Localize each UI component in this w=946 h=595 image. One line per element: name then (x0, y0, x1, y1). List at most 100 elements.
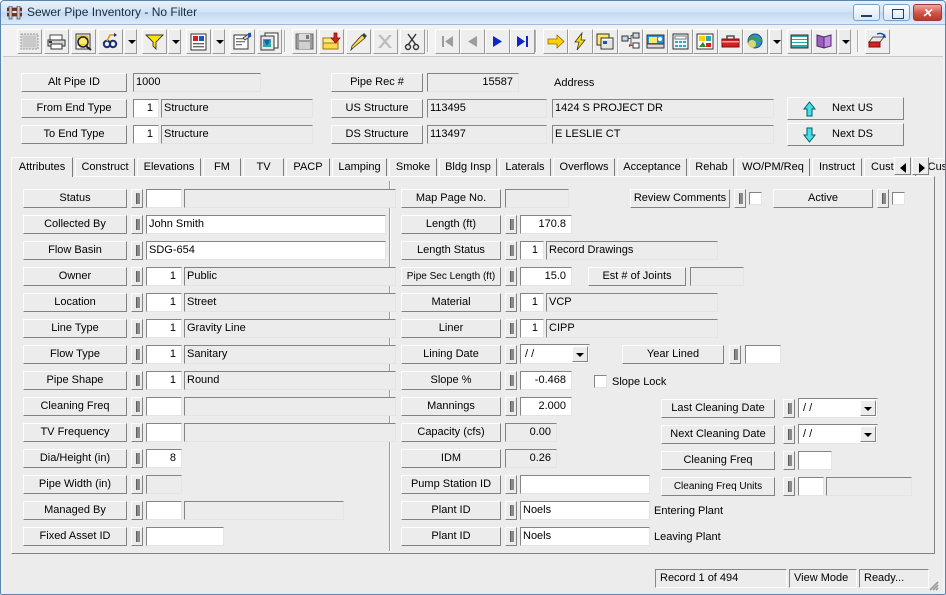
active-button[interactable]: Active (773, 189, 873, 208)
fixed-asset-id-value[interactable] (146, 527, 224, 546)
book-dropdown[interactable] (838, 29, 851, 54)
globe-icon[interactable] (743, 29, 768, 54)
flow-type-spinner[interactable] (131, 345, 143, 364)
status-label[interactable]: Status (23, 189, 127, 208)
last-cleaning-date-combo[interactable]: / / (798, 398, 878, 418)
close-button[interactable]: ✕ (913, 4, 942, 21)
flow-type-label[interactable]: Flow Type (23, 345, 127, 364)
mannings-value[interactable]: 2.000 (520, 397, 572, 416)
next-cleaning-date-spinner[interactable] (783, 425, 795, 444)
resize-grip[interactable] (926, 578, 939, 591)
properties-icon[interactable] (230, 29, 255, 54)
flow-type-code[interactable]: 1 (146, 345, 182, 364)
exit-icon[interactable] (865, 29, 890, 54)
report-dropdown[interactable] (212, 29, 225, 54)
cleaning-freq-label[interactable]: Cleaning Freq (23, 397, 127, 416)
tv-frequency-label[interactable]: TV Frequency (23, 423, 127, 442)
goto-icon[interactable] (543, 29, 568, 54)
tab-laterals[interactable]: Laterals (499, 158, 551, 176)
pipe-sec-length-ft-spinner[interactable] (505, 267, 517, 286)
pipe-sec-length-ft-value[interactable]: 15.0 (520, 267, 572, 286)
save-icon[interactable] (292, 29, 317, 54)
tab-attributes[interactable]: Attributes (11, 157, 73, 177)
quick-action-icon[interactable] (568, 29, 593, 54)
us-structure-label[interactable]: US Structure (331, 99, 423, 118)
cleaning-freq-spinner[interactable] (131, 397, 143, 416)
pump-station-id-spinner[interactable] (505, 475, 517, 494)
managed-by-label[interactable]: Managed By (23, 501, 127, 520)
toolbox-icon[interactable] (718, 29, 743, 54)
edit-record-icon[interactable] (346, 29, 371, 54)
find-icon[interactable] (98, 29, 123, 54)
cleaning-freq-units-spinner[interactable] (783, 477, 795, 496)
copy-record-icon[interactable] (257, 29, 282, 54)
tab-smoke[interactable]: Smoke (389, 158, 437, 176)
status-spinner[interactable] (131, 189, 143, 208)
year-lined-value[interactable] (745, 345, 781, 364)
liner-spinner[interactable] (505, 319, 517, 338)
pump-station-id-label[interactable]: Pump Station ID (401, 475, 501, 494)
calendar-dropdown-button[interactable] (860, 400, 876, 416)
pipe-shape-spinner[interactable] (131, 371, 143, 390)
managed-by-code[interactable] (146, 501, 182, 520)
grid-icon[interactable] (787, 29, 812, 54)
slope-lock-checkbox[interactable] (594, 375, 607, 388)
filter-icon[interactable] (142, 29, 167, 54)
next-us-button[interactable]: Next US (787, 97, 904, 120)
previous-record-icon[interactable] (460, 29, 485, 54)
cleaning-freq-value[interactable] (798, 451, 832, 470)
pipe-shape-code[interactable]: 1 (146, 371, 182, 390)
dia-height-in-spinner[interactable] (131, 449, 143, 468)
tab-elevations[interactable]: Elevations (137, 158, 201, 176)
calculator-icon[interactable] (668, 29, 693, 54)
globe-dropdown[interactable] (769, 29, 782, 54)
review-comments-checkbox[interactable] (749, 192, 762, 205)
to-end-type-label[interactable]: To End Type (21, 125, 127, 144)
gallery-icon[interactable] (693, 29, 718, 54)
slope-value[interactable]: -0.468 (520, 371, 572, 390)
review-comments-spinner[interactable] (734, 189, 746, 208)
fixed-asset-id-spinner[interactable] (131, 527, 143, 546)
cleaning-freq-label[interactable]: Cleaning Freq (661, 451, 775, 470)
calendar-dropdown-button[interactable] (860, 426, 876, 442)
collected-by-value[interactable]: John Smith (146, 215, 386, 234)
tab-tv[interactable]: TV (243, 158, 284, 176)
pipe-width-in-code[interactable] (146, 475, 182, 494)
length-ft-spinner[interactable] (505, 215, 517, 234)
idm-label[interactable]: IDM (401, 449, 501, 468)
to-end-type-code[interactable]: 1 (133, 125, 159, 144)
pipe-sec-length-ft-label[interactable]: Pipe Sec Length (ft) (401, 267, 501, 286)
plant-id-entering-value[interactable]: Noels (520, 501, 650, 520)
map-page-no-label[interactable]: Map Page No. (401, 189, 501, 208)
next-cleaning-date-combo[interactable]: / / (798, 424, 878, 444)
review-comments-button[interactable]: Review Comments (630, 189, 730, 208)
calendar-dropdown-button[interactable] (572, 346, 588, 362)
tv-frequency-code[interactable] (146, 423, 182, 442)
image-icon[interactable] (643, 29, 668, 54)
cleaning-freq-units-code[interactable] (798, 477, 824, 496)
tab-acceptance[interactable]: Acceptance (617, 158, 687, 176)
next-record-icon[interactable] (485, 29, 510, 54)
status-code[interactable] (146, 189, 182, 208)
lining-date-spinner[interactable] (505, 345, 517, 364)
find-dropdown[interactable] (124, 29, 137, 54)
tab-instruct[interactable]: Instruct (812, 158, 862, 176)
cut-icon[interactable] (400, 29, 425, 54)
lining-date-date-combo[interactable]: / / (520, 344, 590, 364)
pipe-shape-label[interactable]: Pipe Shape (23, 371, 127, 390)
managed-by-spinner[interactable] (131, 501, 143, 520)
active-checkbox[interactable] (892, 192, 905, 205)
tab-fm[interactable]: FM (203, 158, 241, 176)
pipe-width-in-label[interactable]: Pipe Width (in) (23, 475, 127, 494)
alt-pipe-id-field[interactable]: 1000 (133, 73, 261, 92)
from-end-type-label[interactable]: From End Type (21, 99, 127, 118)
tab-pacp[interactable]: PACP (286, 158, 330, 176)
plant-id-leaving-spinner[interactable] (505, 527, 517, 546)
slope-spinner[interactable] (505, 371, 517, 390)
dia-height-in-code[interactable]: 8 (146, 449, 182, 468)
line-type-code[interactable]: 1 (146, 319, 182, 338)
delete-record-icon[interactable] (373, 29, 398, 54)
year-lined-spinner[interactable] (729, 345, 741, 364)
cleaning-freq-units-label[interactable]: Cleaning Freq Units (661, 477, 775, 496)
length-status-spinner[interactable] (505, 241, 517, 260)
